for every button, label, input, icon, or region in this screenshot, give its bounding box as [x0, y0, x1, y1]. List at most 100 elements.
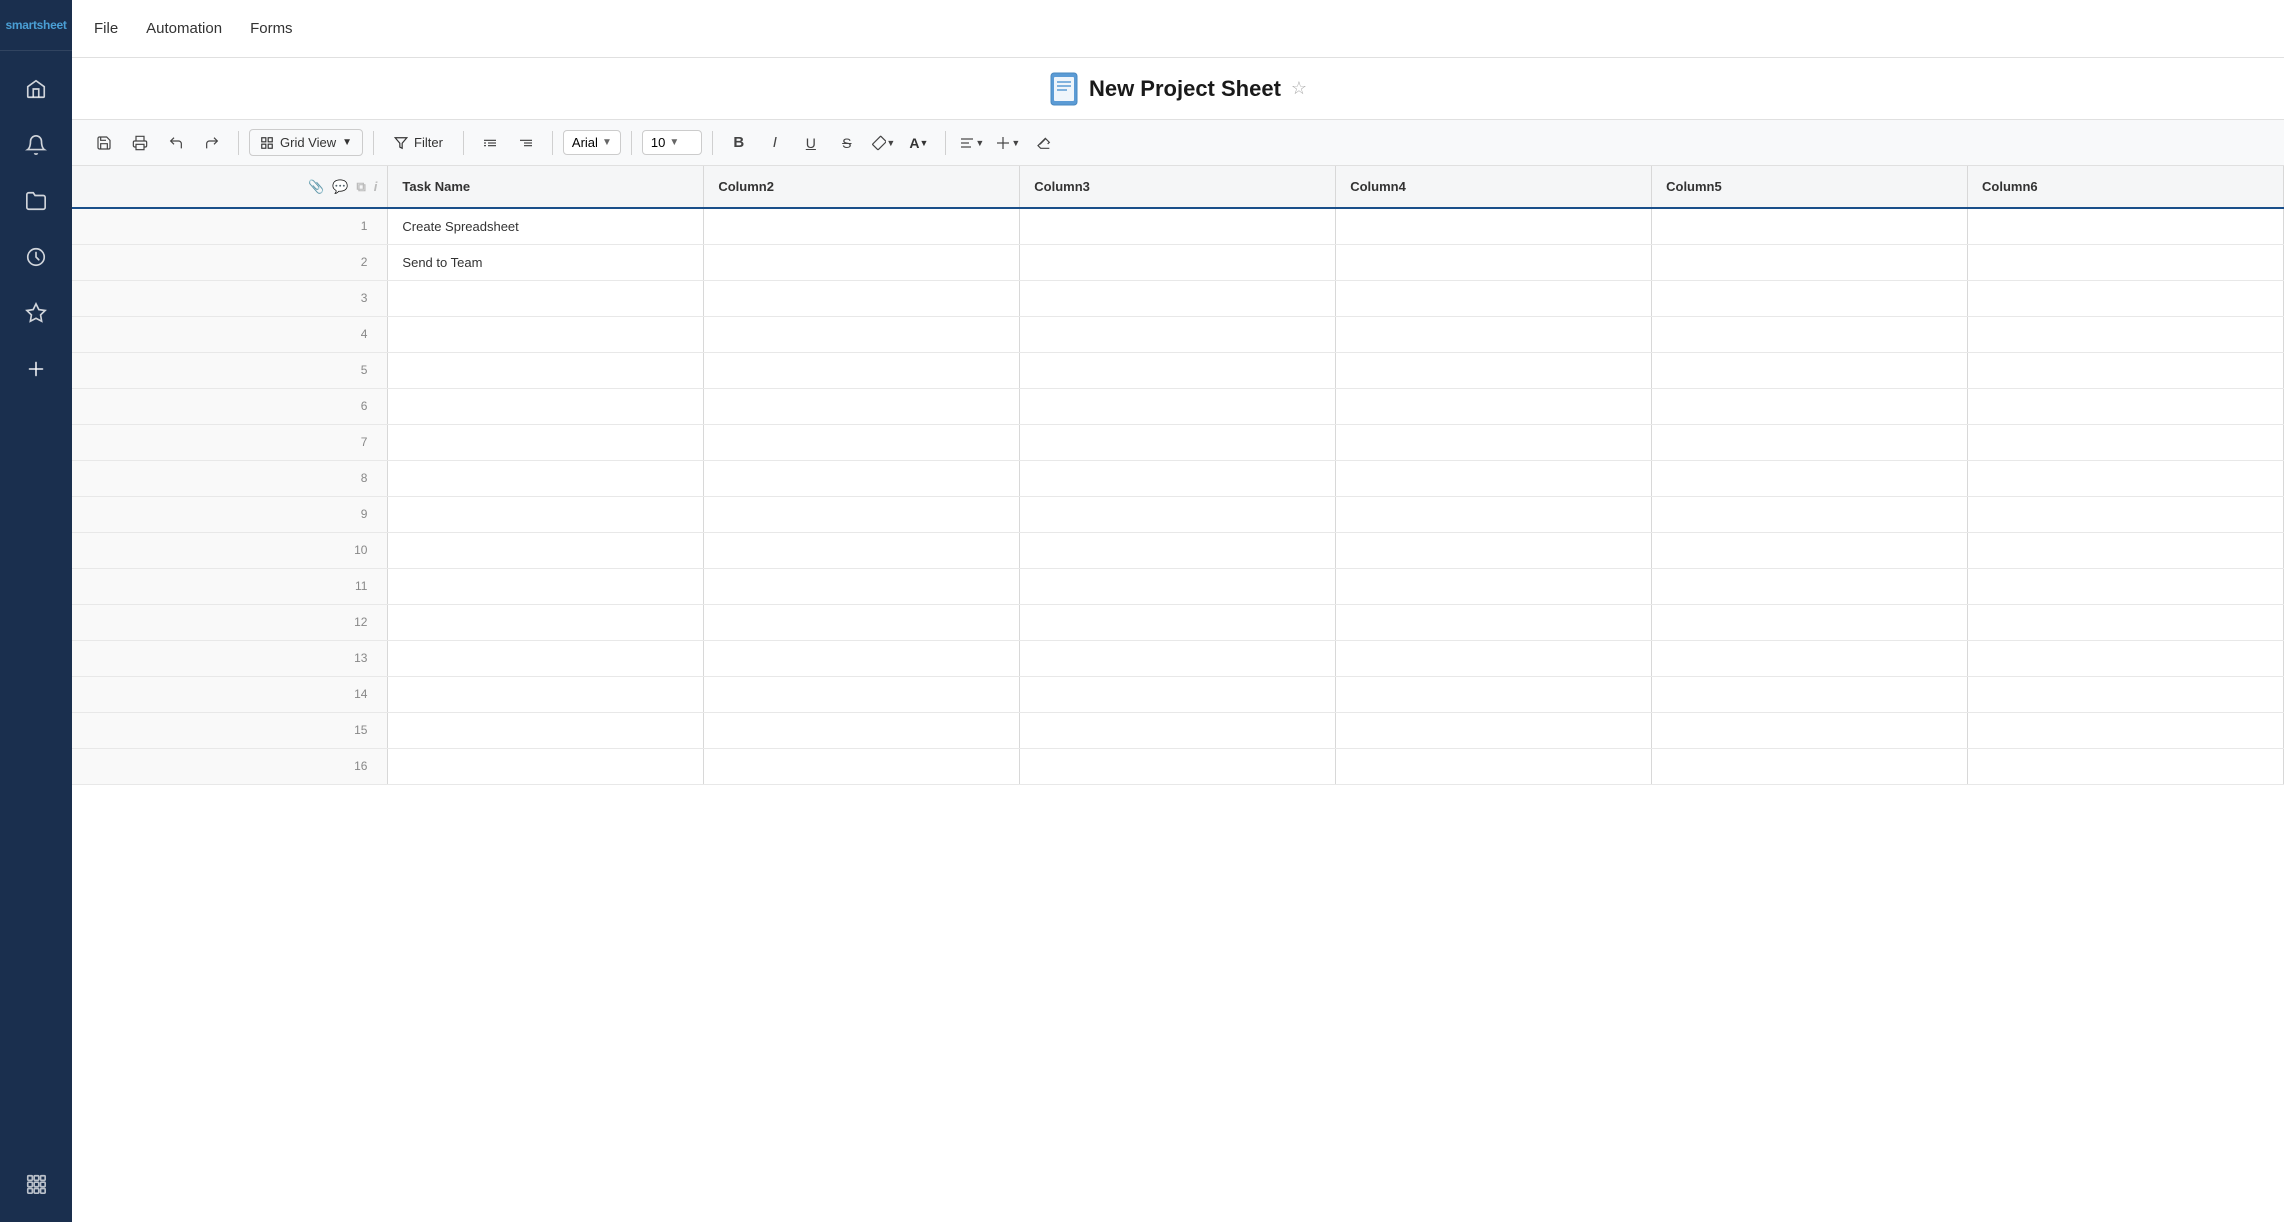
col4-cell[interactable] — [1336, 352, 1652, 388]
col5-cell[interactable] — [1652, 280, 1968, 316]
col6-cell[interactable] — [1968, 208, 2284, 244]
col4-cell[interactable] — [1336, 424, 1652, 460]
col2-cell[interactable] — [704, 496, 1020, 532]
sidebar-item-favorites[interactable] — [0, 285, 72, 341]
col2-cell[interactable] — [704, 640, 1020, 676]
table-row[interactable]: 11 — [72, 568, 2284, 604]
col2-cell[interactable] — [704, 388, 1020, 424]
task-name-cell[interactable] — [388, 352, 704, 388]
col6-cell[interactable] — [1968, 388, 2284, 424]
col5-cell[interactable] — [1652, 352, 1968, 388]
col5-header[interactable]: Column5 — [1652, 166, 1968, 208]
col5-cell[interactable] — [1652, 460, 1968, 496]
col5-cell[interactable] — [1652, 388, 1968, 424]
table-row[interactable]: 15 — [72, 712, 2284, 748]
table-row[interactable]: 5 — [72, 352, 2284, 388]
task-name-cell[interactable]: Create Spreadsheet — [388, 208, 704, 244]
col-task-name-header[interactable]: Task Name — [388, 166, 704, 208]
col3-header[interactable]: Column3 — [1020, 166, 1336, 208]
col3-cell[interactable] — [1020, 676, 1336, 712]
font-size-select[interactable]: 10 ▼ — [642, 130, 702, 155]
col2-cell[interactable] — [704, 604, 1020, 640]
col4-cell[interactable] — [1336, 496, 1652, 532]
table-row[interactable]: 13 — [72, 640, 2284, 676]
col6-cell[interactable] — [1968, 640, 2284, 676]
col4-cell[interactable] — [1336, 640, 1652, 676]
clear-format-button[interactable] — [1028, 127, 1060, 159]
col3-cell[interactable] — [1020, 604, 1336, 640]
col4-header[interactable]: Column4 — [1336, 166, 1652, 208]
task-name-cell[interactable] — [388, 496, 704, 532]
col5-cell[interactable] — [1652, 208, 1968, 244]
col2-cell[interactable] — [704, 352, 1020, 388]
col3-cell[interactable] — [1020, 532, 1336, 568]
col4-cell[interactable] — [1336, 388, 1652, 424]
col5-cell[interactable] — [1652, 604, 1968, 640]
task-name-cell[interactable] — [388, 280, 704, 316]
col4-cell[interactable] — [1336, 676, 1652, 712]
italic-button[interactable]: I — [759, 127, 791, 159]
col4-cell[interactable] — [1336, 244, 1652, 280]
table-row[interactable]: 12 — [72, 604, 2284, 640]
col4-cell[interactable] — [1336, 316, 1652, 352]
font-family-select[interactable]: Arial ▼ — [563, 130, 621, 155]
task-name-cell[interactable] — [388, 568, 704, 604]
col3-cell[interactable] — [1020, 208, 1336, 244]
print-button[interactable] — [124, 127, 156, 159]
col5-cell[interactable] — [1652, 712, 1968, 748]
col3-cell[interactable] — [1020, 280, 1336, 316]
sidebar-item-recent[interactable] — [0, 229, 72, 285]
col4-cell[interactable] — [1336, 460, 1652, 496]
col6-header[interactable]: Column6 — [1968, 166, 2284, 208]
task-name-cell[interactable] — [388, 316, 704, 352]
align-vertical-button[interactable]: ▼ — [992, 127, 1024, 159]
align-left-button[interactable]: ▼ — [956, 127, 988, 159]
col4-cell[interactable] — [1336, 712, 1652, 748]
table-row[interactable]: 14 — [72, 676, 2284, 712]
col6-cell[interactable] — [1968, 244, 2284, 280]
col2-cell[interactable] — [704, 568, 1020, 604]
col5-cell[interactable] — [1652, 640, 1968, 676]
task-name-cell[interactable] — [388, 460, 704, 496]
col3-cell[interactable] — [1020, 748, 1336, 784]
col2-cell[interactable] — [704, 280, 1020, 316]
col6-cell[interactable] — [1968, 460, 2284, 496]
col4-cell[interactable] — [1336, 604, 1652, 640]
table-row[interactable]: 9 — [72, 496, 2284, 532]
col3-cell[interactable] — [1020, 496, 1336, 532]
table-row[interactable]: 10 — [72, 532, 2284, 568]
col6-cell[interactable] — [1968, 316, 2284, 352]
col4-cell[interactable] — [1336, 532, 1652, 568]
save-button[interactable] — [88, 127, 120, 159]
col3-cell[interactable] — [1020, 316, 1336, 352]
col4-cell[interactable] — [1336, 208, 1652, 244]
col6-cell[interactable] — [1968, 604, 2284, 640]
col6-cell[interactable] — [1968, 532, 2284, 568]
col3-cell[interactable] — [1020, 388, 1336, 424]
task-name-cell[interactable] — [388, 640, 704, 676]
sidebar-item-apps[interactable] — [0, 1156, 72, 1212]
sidebar-item-notifications[interactable] — [0, 117, 72, 173]
text-color-button[interactable]: A ▼ — [903, 127, 935, 159]
col5-cell[interactable] — [1652, 316, 1968, 352]
col3-cell[interactable] — [1020, 640, 1336, 676]
col6-cell[interactable] — [1968, 712, 2284, 748]
col2-cell[interactable] — [704, 208, 1020, 244]
task-name-cell[interactable] — [388, 676, 704, 712]
col2-cell[interactable] — [704, 244, 1020, 280]
col4-cell[interactable] — [1336, 748, 1652, 784]
redo-button[interactable] — [196, 127, 228, 159]
col6-cell[interactable] — [1968, 424, 2284, 460]
table-row[interactable]: 2Send to Team — [72, 244, 2284, 280]
col5-cell[interactable] — [1652, 748, 1968, 784]
col3-cell[interactable] — [1020, 244, 1336, 280]
col3-cell[interactable] — [1020, 424, 1336, 460]
menu-file[interactable]: File — [92, 16, 120, 41]
col6-cell[interactable] — [1968, 568, 2284, 604]
underline-button[interactable]: U — [795, 127, 827, 159]
col2-cell[interactable] — [704, 712, 1020, 748]
indent-button[interactable] — [474, 127, 506, 159]
col4-cell[interactable] — [1336, 568, 1652, 604]
sidebar-item-home[interactable] — [0, 61, 72, 117]
task-name-cell[interactable] — [388, 388, 704, 424]
